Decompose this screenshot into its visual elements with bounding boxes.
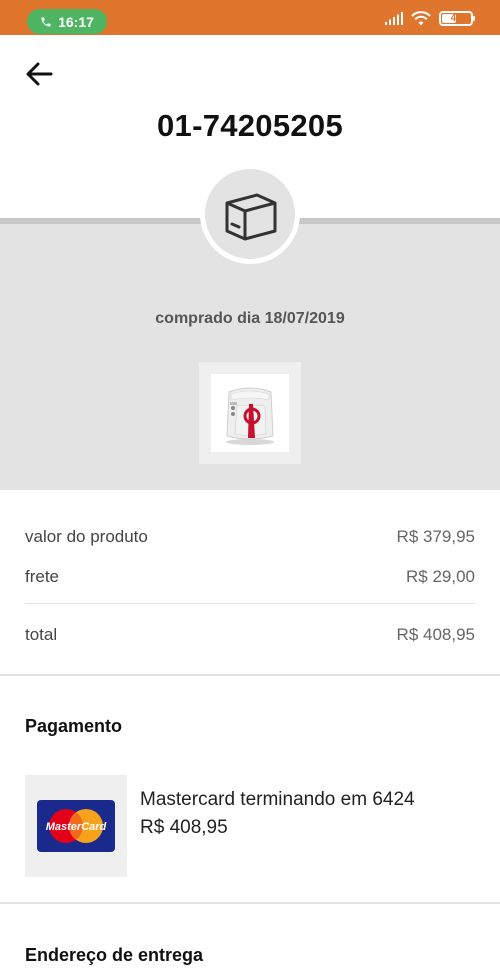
shipping-label: frete: [25, 567, 60, 586]
product-value-label: valor do produto: [25, 527, 148, 546]
order-number-title: 01-74205205: [156, 108, 344, 143]
price-row-total: total R$ 408,95: [25, 625, 475, 645]
status-bar: 16:17 41: [0, 0, 500, 35]
price-row-product: valor do produto R$ 379,95: [25, 527, 475, 547]
total-amount: R$ 408,95: [396, 625, 475, 644]
price-row-shipping: frete R$ 29,00: [25, 567, 475, 587]
battery-icon: 41: [439, 11, 475, 26]
payment-amount: R$ 408,95: [140, 817, 228, 838]
card-brand-logo: MasterCard: [25, 775, 127, 877]
purchase-date: comprado dia 18/07/2019: [155, 310, 345, 327]
ongoing-call-pill[interactable]: 16:17: [27, 9, 107, 34]
status-indicators: 41: [385, 11, 475, 26]
payment-section-title: Pagamento: [25, 716, 123, 736]
price-divider: [25, 603, 475, 604]
arrow-left-icon: [26, 62, 53, 86]
section-divider-payment: [0, 674, 500, 676]
battery-level: 41: [450, 13, 462, 24]
package-box-icon: [225, 193, 277, 241]
section-divider-delivery: [0, 902, 500, 904]
signal-icon: [385, 12, 403, 25]
status-time: 16:17: [58, 13, 94, 30]
shipping-amount: R$ 29,00: [406, 567, 475, 586]
delivery-section-title: Endereço de entrega: [25, 945, 204, 965]
order-status-icon-badge: [205, 169, 295, 259]
product-value-amount: R$ 379,95: [396, 527, 475, 546]
air-fryer-image: [226, 387, 274, 445]
back-button[interactable]: [20, 55, 58, 93]
phone-icon: [41, 17, 51, 26]
product-thumbnail[interactable]: [199, 362, 301, 464]
mastercard-logo-text: MasterCard: [46, 821, 107, 833]
product-image: [211, 374, 289, 452]
wifi-icon: [411, 11, 431, 26]
total-label: total: [25, 625, 58, 644]
mastercard-logo-icon: MasterCard: [37, 800, 115, 852]
card-description: Mastercard terminando em 6424: [140, 789, 415, 810]
